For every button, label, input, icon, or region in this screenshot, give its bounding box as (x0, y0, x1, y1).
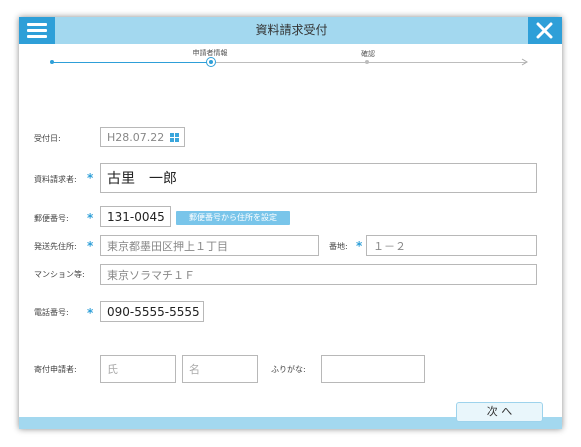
requester-field[interactable]: 古里 一郎 (100, 163, 537, 193)
furigana-label: ふりがな: (271, 365, 306, 374)
donor-last-name-field[interactable]: 氏 (100, 355, 176, 383)
step-label-confirm: 確認 (361, 50, 375, 58)
reception-date-field[interactable]: H28.07.22 (100, 127, 185, 147)
calendar-icon[interactable] (170, 133, 180, 143)
required-mark: * (87, 239, 94, 253)
building-label: マンション等: (34, 270, 85, 279)
phone-label: 電話番号: (34, 308, 69, 317)
postal-lookup-button[interactable]: 郵便番号から住所を設定 (176, 211, 290, 225)
reception-date-label: 受付日: (34, 134, 61, 143)
close-icon (536, 22, 553, 39)
furigana-field[interactable] (321, 355, 425, 383)
title-bar: 資料請求受付 (19, 17, 562, 44)
required-mark: * (87, 306, 94, 320)
address-field[interactable]: 東京都墨田区押上１丁目 (100, 235, 319, 256)
arrow-right-icon (521, 58, 528, 66)
postal-code-label: 郵便番号: (34, 214, 69, 223)
phone-value: 090-5555-5555 (107, 304, 200, 319)
building-field[interactable]: 東京ソラマチ１Ｆ (100, 264, 537, 285)
street-number-value: １－２ (373, 239, 406, 253)
postal-code-field[interactable]: 131-0045 (100, 206, 171, 227)
window-title: 資料請求受付 (255, 23, 328, 37)
street-number-label: 番地: (329, 242, 348, 251)
donor-label: 寄付申請者: (34, 365, 77, 374)
donor-first-name-field[interactable]: 名 (182, 355, 258, 383)
next-button[interactable]: 次 へ (456, 402, 543, 422)
address-value: 東京都墨田区押上１丁目 (107, 239, 228, 253)
address-label: 発送先住所: (34, 242, 77, 251)
required-mark: * (356, 239, 363, 253)
requester-value: 古里 一郎 (107, 171, 177, 187)
required-mark: * (87, 211, 94, 225)
close-button[interactable] (528, 17, 562, 44)
step-confirm-dot (365, 60, 369, 64)
step-line-pending (216, 62, 526, 63)
required-mark: * (87, 171, 94, 185)
menu-button[interactable] (19, 17, 55, 44)
donor-first-name-placeholder: 名 (189, 363, 200, 376)
phone-field[interactable]: 090-5555-5555 (100, 301, 204, 322)
street-number-field[interactable]: １－２ (366, 235, 537, 256)
donor-last-name-placeholder: 氏 (107, 363, 118, 376)
step-current-marker (206, 57, 216, 67)
postal-code-value: 131-0045 (107, 209, 165, 224)
building-value: 東京ソラマチ１Ｆ (107, 268, 195, 282)
reception-date-value: H28.07.22 (107, 130, 165, 144)
request-window: 資料請求受付 申請者情報 確認 受付日: H28.07.22 資料請求者: * … (19, 17, 562, 429)
requester-label: 資料請求者: (34, 175, 77, 184)
step-line-done (53, 62, 207, 63)
